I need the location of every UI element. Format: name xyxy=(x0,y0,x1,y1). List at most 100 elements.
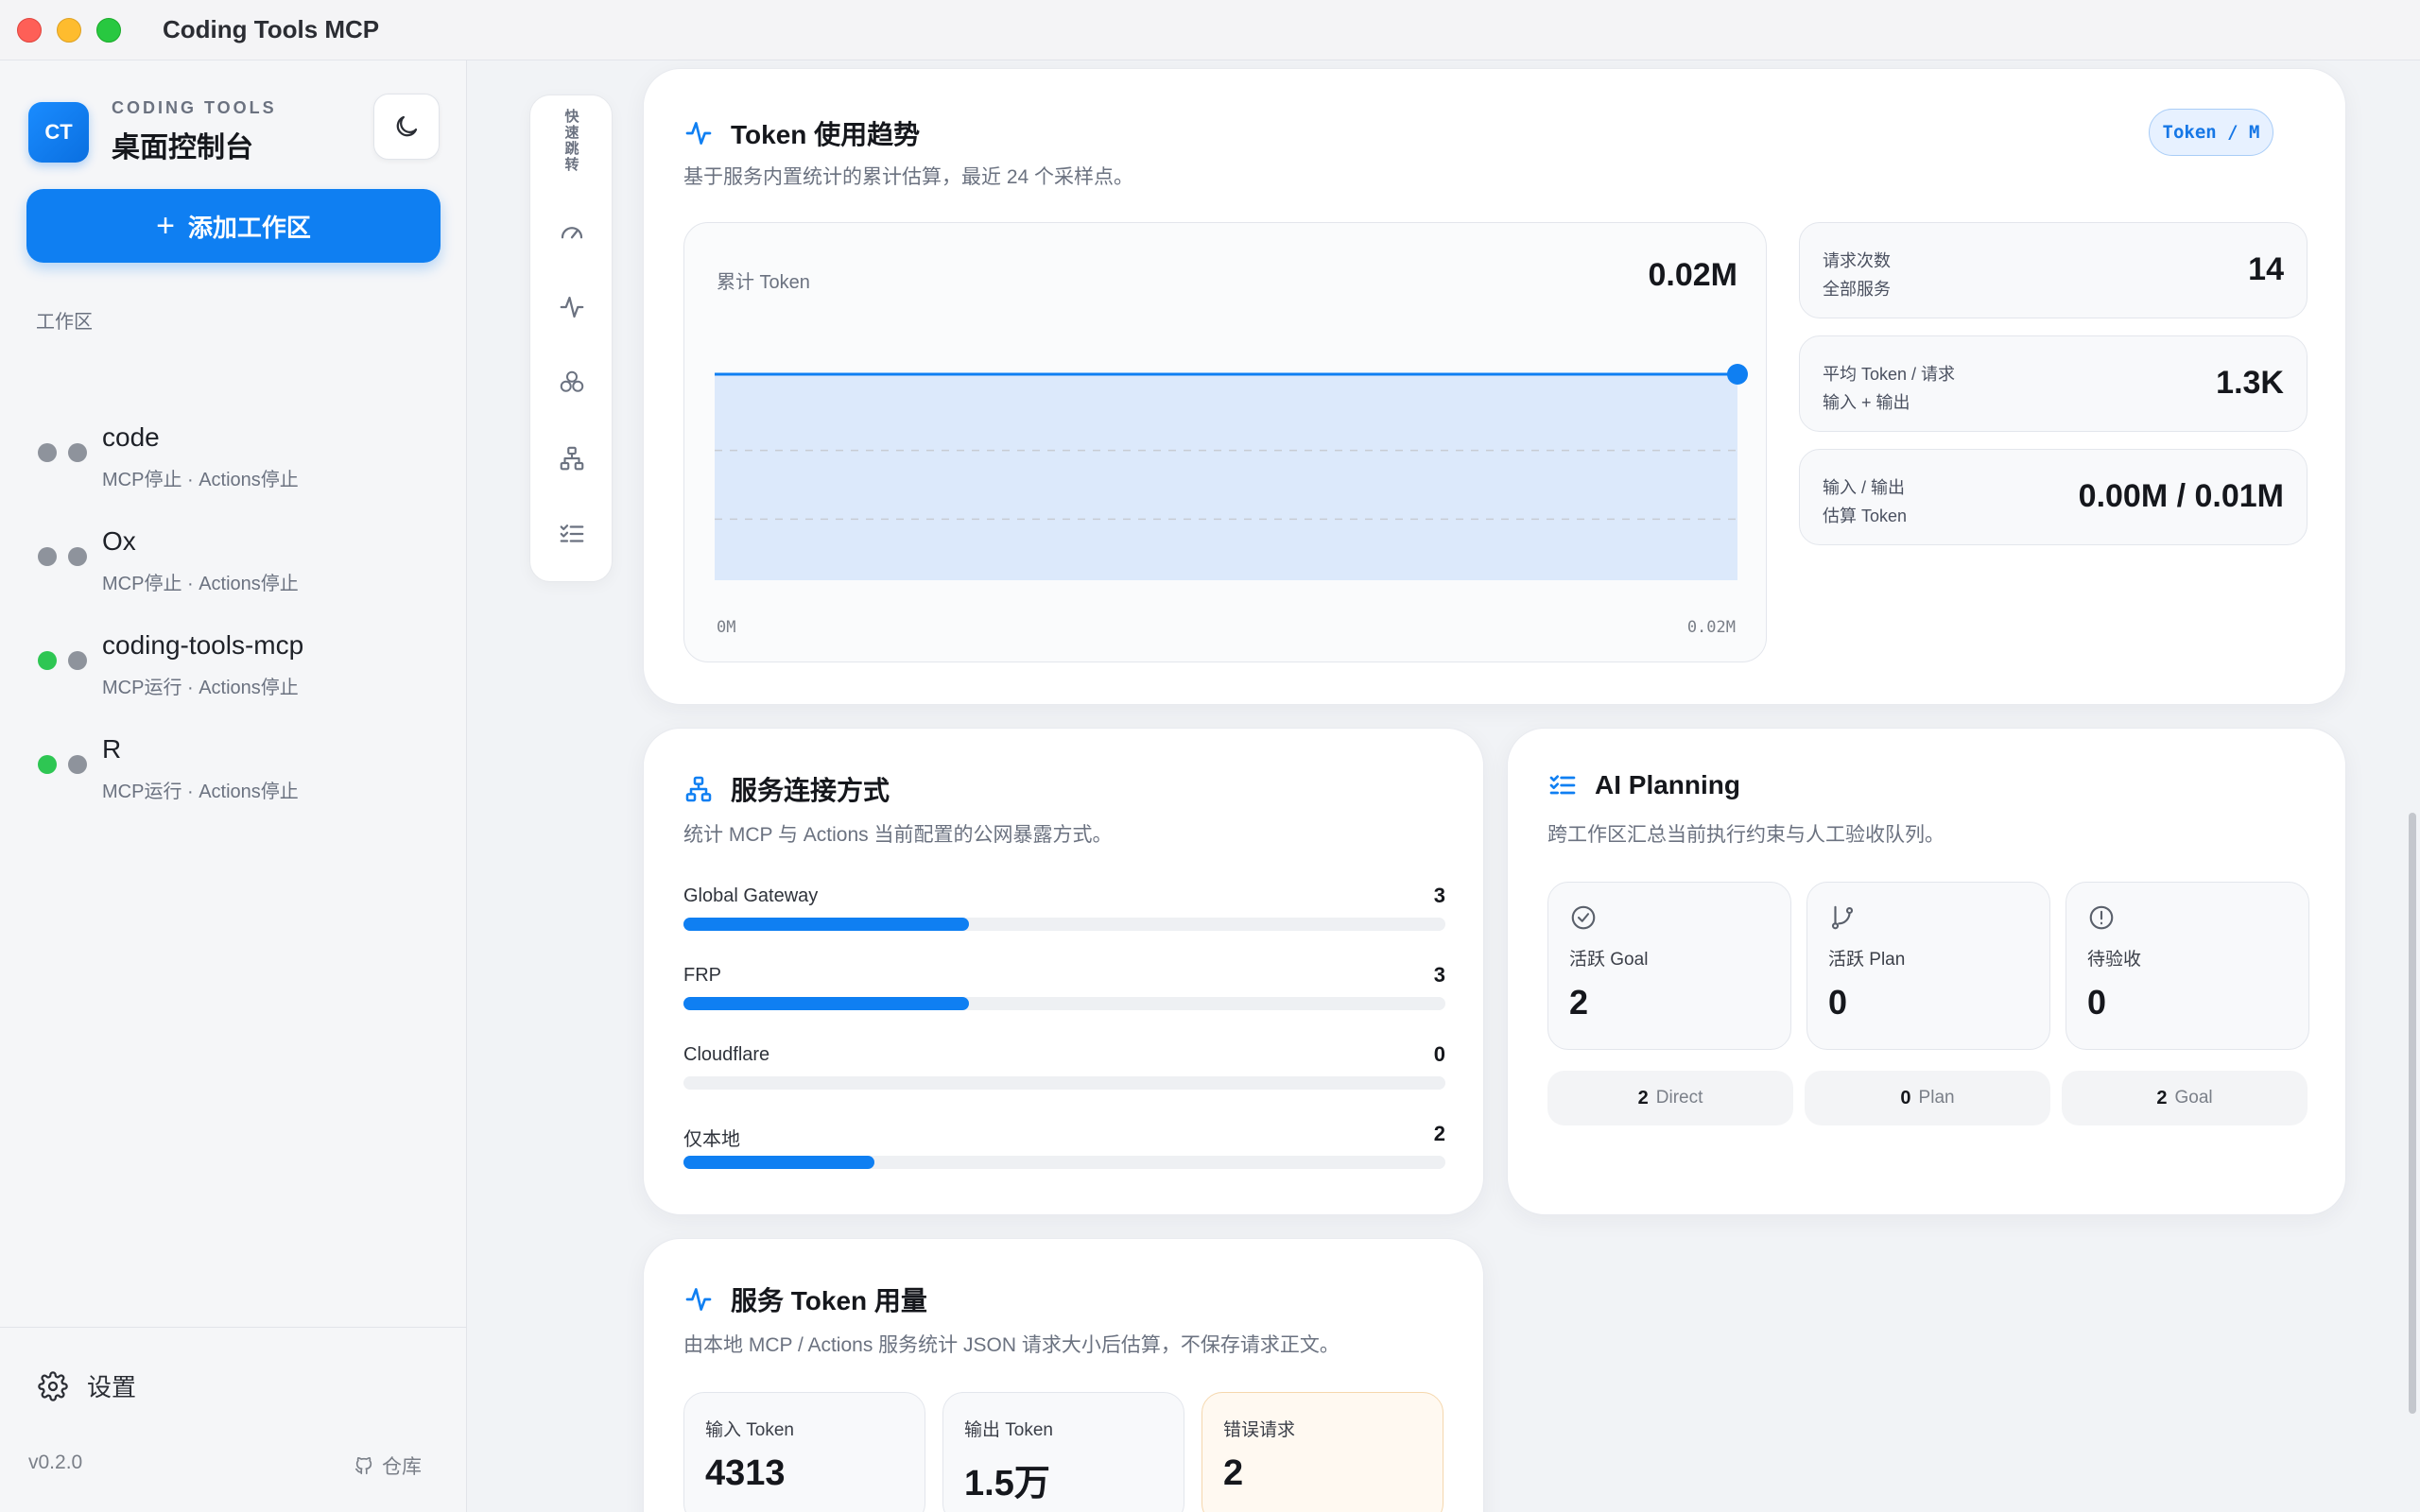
pill-value: 0 xyxy=(1900,1087,1911,1108)
network-icon xyxy=(685,776,712,802)
stat-card: 平均 Token / 请求 输入 + 输出 1.3K xyxy=(1799,335,2308,432)
token-stat-label: 输入 Token xyxy=(705,1420,794,1440)
planning-stat-value: 0 xyxy=(2087,983,2107,1022)
main-scrollbar[interactable] xyxy=(2409,813,2416,1414)
connection-bar-fill xyxy=(683,918,970,931)
pill-value: 2 xyxy=(1637,1087,1649,1108)
output-token-card: 输出 Token 1.5万 xyxy=(942,1392,1184,1512)
ai-planning-card: AI Planning 跨工作区汇总当前执行约束与人工验收队列。 活跃 Goal… xyxy=(1507,728,2346,1215)
alert-circle-icon xyxy=(2089,905,2114,930)
settings-label: 设置 xyxy=(87,1373,137,1401)
workspace-item[interactable]: R MCP运行 · Actions停止 xyxy=(0,727,467,831)
github-icon xyxy=(354,1456,372,1475)
planning-stat-plan[interactable]: 活跃 Plan 0 xyxy=(1806,882,2050,1050)
connections-title: 服务连接方式 xyxy=(683,770,890,808)
x-axis-start-label: 0M xyxy=(717,618,736,637)
theme-toggle-button[interactable] xyxy=(373,94,440,160)
pill-label: Direct xyxy=(1655,1088,1703,1108)
stat-sublabel: 全部服务 xyxy=(1823,280,1891,299)
workspace-item[interactable]: coding-tools-mcp MCP运行 · Actions停止 xyxy=(0,623,467,727)
planning-stat-value: 0 xyxy=(1828,983,1848,1022)
workspace-status: MCP停止 · Actions停止 xyxy=(102,574,299,594)
cluster-icon[interactable] xyxy=(557,368,587,398)
ai-planning-title: AI Planning xyxy=(1547,770,1740,800)
gauge-icon[interactable] xyxy=(557,216,587,247)
activity-icon xyxy=(685,122,712,145)
mode-pill-direct: 2 Direct xyxy=(1547,1071,1793,1125)
connection-bar-track xyxy=(683,1076,1445,1090)
plus-icon: + xyxy=(156,208,175,244)
stat-label: 平均 Token / 请求 xyxy=(1823,365,1956,384)
workspace-item[interactable]: code MCP停止 · Actions停止 xyxy=(0,415,467,519)
stat-value: 0.00M / 0.01M xyxy=(2078,478,2284,514)
minimize-window-button[interactable] xyxy=(57,17,81,43)
workspace-status: MCP运行 · Actions停止 xyxy=(102,678,299,698)
pill-label: Goal xyxy=(2174,1088,2213,1108)
workspace-name: Ox xyxy=(102,526,136,556)
connection-count: 2 xyxy=(1433,1122,1445,1145)
connection-count: 3 xyxy=(1433,884,1445,907)
mode-pill-goal: 2 Goal xyxy=(2062,1071,2308,1125)
connection-bar-fill xyxy=(683,1156,874,1169)
moon-icon xyxy=(396,115,418,137)
planning-stat-review[interactable]: 待验收 0 xyxy=(2066,882,2309,1050)
workspace-name: R xyxy=(102,734,122,764)
connection-name: FRP xyxy=(683,965,721,986)
quick-nav-rail: 快 速 跳 转 xyxy=(529,94,613,582)
error-request-card: 错误请求 2 xyxy=(1201,1392,1443,1512)
connection-count: 0 xyxy=(1433,1042,1445,1066)
token-stat-value: 4313 xyxy=(705,1453,786,1493)
token-stat-value: 2 xyxy=(1223,1453,1244,1493)
checklist-icon xyxy=(1549,775,1576,795)
stat-card: 输入 / 输出 估算 Token 0.00M / 0.01M xyxy=(1799,449,2308,545)
planning-stat-value: 2 xyxy=(1569,983,1589,1022)
workspace-section-label: 工作区 xyxy=(36,312,93,333)
connections-card: 服务连接方式 统计 MCP 与 Actions 当前配置的公网暴露方式。 Glo… xyxy=(643,728,1484,1215)
connection-name: Cloudflare xyxy=(683,1044,770,1065)
planning-stat-label: 活跃 Goal xyxy=(1569,950,1649,970)
mcp-status-dot xyxy=(38,443,57,462)
workspace-name: coding-tools-mcp xyxy=(102,630,304,660)
ai-planning-desc: 跨工作区汇总当前执行约束与人工验收队列。 xyxy=(1547,824,1945,846)
stat-value: 1.3K xyxy=(2216,365,2284,401)
stat-value: 14 xyxy=(2248,251,2284,287)
connection-name: Global Gateway xyxy=(683,885,819,906)
add-workspace-button[interactable]: + 添加工作区 xyxy=(26,189,441,263)
workspace-name: code xyxy=(102,422,160,452)
repo-link[interactable]: 仓库 xyxy=(354,1452,422,1480)
actions-status-dot xyxy=(68,547,87,566)
stat-sublabel: 输入 + 输出 xyxy=(1823,393,1910,412)
settings-button[interactable]: 设置 xyxy=(38,1368,136,1403)
trend-point xyxy=(1727,364,1748,385)
workspace-item[interactable]: Ox MCP停止 · Actions停止 xyxy=(0,519,467,623)
input-token-card: 输入 Token 4313 xyxy=(683,1392,925,1512)
zoom-window-button[interactable] xyxy=(96,17,121,43)
token-stat-label: 输出 Token xyxy=(964,1420,1053,1440)
checklist-icon[interactable] xyxy=(557,519,587,549)
connection-name: 仅本地 xyxy=(683,1129,740,1150)
actions-status-dot xyxy=(68,651,87,670)
token-trend-chart: 累计 Token 0.02M 0M 0.02M xyxy=(683,222,1767,662)
close-window-button[interactable] xyxy=(17,17,42,43)
unit-badge[interactable]: Token / M xyxy=(2149,109,2273,156)
window-controls xyxy=(17,17,121,43)
planning-stat-label: 活跃 Plan xyxy=(1828,950,1906,970)
planning-stat-goal[interactable]: 活跃 Goal 2 xyxy=(1547,882,1791,1050)
network-icon[interactable] xyxy=(557,443,587,473)
token-stat-value: 1.5万 xyxy=(964,1464,1050,1503)
stat-label: 请求次数 xyxy=(1823,251,1891,270)
trend-area xyxy=(715,374,1737,580)
activity-icon[interactable] xyxy=(557,292,587,322)
mcp-status-dot xyxy=(38,651,57,670)
mcp-status-dot xyxy=(38,547,57,566)
title-bar: Coding Tools MCP xyxy=(0,0,2420,60)
git-branch-icon xyxy=(1831,905,1854,930)
divider xyxy=(0,1327,467,1328)
pill-label: Plan xyxy=(1918,1088,1955,1108)
connections-desc: 统计 MCP 与 Actions 当前配置的公网暴露方式。 xyxy=(683,824,1113,846)
app-window: Coding Tools MCP CT CODING TOOLS 桌面控制台 +… xyxy=(0,0,2420,1512)
planning-stat-label: 待验收 xyxy=(2087,950,2142,970)
token-trend-desc: 基于服务内置统计的累计估算，最近 24 个采样点。 xyxy=(683,166,1134,188)
stat-card: 请求次数 全部服务 14 xyxy=(1799,222,2308,318)
check-circle-icon xyxy=(1571,905,1596,930)
